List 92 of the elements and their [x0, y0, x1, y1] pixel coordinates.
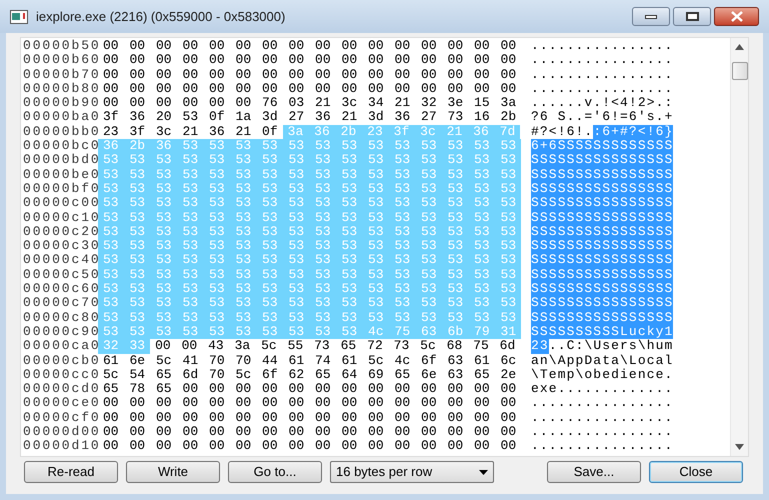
selected-ascii-text: SSSSSSSSSSSSSSSS [531, 268, 674, 282]
scrollbar-thumb[interactable] [732, 62, 748, 80]
ascii-text: ................ [531, 396, 674, 411]
selected-hex-bytes: 53 53 53 53 53 53 53 53 53 53 53 53 53 53 53 53 [98, 196, 522, 211]
offset-label: 00000d00 [23, 425, 102, 440]
selected-ascii-text: SSSSSSSSSSSSSSSS [531, 182, 674, 196]
selected-ascii-text: SSSSSSSSSSSSSSSS [531, 310, 674, 325]
selected-ascii-text: SSSSSSSSSSLucky1 [531, 324, 674, 340]
hex-bytes: 00 00 00 00 00 00 00 00 00 00 00 00 00 00 00 00 [102, 410, 518, 426]
selected-hex-bytes: 53 53 53 53 53 53 53 53 53 53 53 53 53 53 53 53 [98, 182, 522, 196]
selected-hex-bytes: 53 53 53 53 53 53 53 53 53 53 53 53 53 53 53 53 [98, 296, 522, 311]
hex-bytes: 23 3f 3c 21 36 21 0f [102, 124, 279, 140]
selected-ascii-text: SSSSSSSSSSSSSSSS [531, 253, 674, 268]
offset-label: 00000ce0 [23, 396, 102, 411]
window-title: iexplore.exe (2216) (0x559000 - 0x583000) [36, 8, 286, 26]
offset-label: 00000b50 [23, 39, 102, 54]
selected-ascii-text: SSSSSSSSSSSSSSSS [531, 153, 674, 168]
selected-hex-bytes: 53 53 53 53 53 53 53 53 53 53 53 53 53 53 53 53 [98, 253, 522, 268]
ascii-text: ................ [531, 82, 674, 96]
dropdown[interactable]: 16 bytes per row [330, 461, 494, 483]
selected-ascii-text: 6+6SSSSSSSSSSSSS [531, 139, 674, 154]
hex-bytes: 65 78 65 00 00 00 00 00 00 00 00 00 00 00 00 00 [102, 382, 518, 396]
hex-bytes: 00 00 00 00 00 00 00 00 00 00 00 00 00 00 00 00 [102, 396, 518, 411]
offset-label: 00000ba0 [23, 110, 102, 125]
selected-hex-bytes: 53 53 53 53 53 53 53 53 53 53 53 53 53 53 53 53 [98, 282, 522, 296]
hex-bytes: 61 6e 5c 41 70 70 44 61 74 61 5c 4c 6f 63 61 6c [102, 354, 518, 368]
offset-label: 00000b70 [23, 68, 102, 82]
hex-bytes: 3f 36 20 53 0f 1a 3d 27 36 21 3d 36 27 73 16 2b [102, 110, 518, 125]
selected-hex-bytes: 53 53 53 53 53 53 53 53 53 53 53 53 53 53 53 53 [98, 224, 522, 240]
selected-ascii-text: :6+#?<!6} [593, 124, 674, 140]
hex-bytes: 00 00 00 00 00 00 00 00 00 00 00 00 00 00 00 00 [102, 53, 518, 68]
selected-ascii-text: SSSSSSSSSSSSSSSS [531, 168, 674, 182]
hex-bytes: 00 00 00 00 00 00 76 03 21 3c 34 21 32 3e 15 3a [102, 96, 518, 110]
maximize-button[interactable] [673, 7, 711, 26]
scroll-up-icon[interactable] [735, 44, 744, 50]
selected-hex-bytes: 53 53 53 53 53 53 53 53 53 53 53 53 53 53 53 53 [98, 310, 522, 325]
ascii-text: ......v.!<4!2>.: [531, 96, 674, 110]
selected-hex-bytes: 53 53 53 53 53 53 53 53 53 53 53 53 53 53 53 53 [98, 268, 522, 282]
close-icon[interactable] [714, 7, 759, 26]
selected-ascii-text: SSSSSSSSSSSSSSSS [531, 224, 674, 240]
default-button[interactable]: Close [649, 461, 743, 483]
ascii-text: #?<!6!. [531, 124, 594, 140]
ascii-text: \Temp\obedience. [531, 368, 674, 382]
hex-bytes: 00 00 43 3a 5c 55 73 65 72 73 5c 68 75 6d [154, 339, 516, 354]
hex-bytes: 00 00 00 00 00 00 00 00 00 00 00 00 00 00 00 00 [102, 68, 518, 82]
dialog-button[interactable]: Save... [547, 461, 641, 483]
selected-ascii-text: 23 [531, 339, 549, 354]
hex-bytes: 00 00 00 00 00 00 00 00 00 00 00 00 00 00 00 00 [102, 39, 518, 54]
ascii-text: ?6 S..='6!=6's.+ [531, 110, 674, 125]
offset-label: 00000b60 [23, 53, 102, 68]
offset-label: 00000b80 [23, 82, 102, 96]
hex-bytes: 5c 54 65 6d 70 5c 6f 62 65 64 69 65 6e 63 65 2e [102, 368, 518, 382]
selected-ascii-text: SSSSSSSSSSSSSSSS [531, 196, 674, 211]
hex-bytes: 00 00 00 00 00 00 00 00 00 00 00 00 00 00 00 00 [102, 425, 518, 440]
dialog-button[interactable]: Go to... [228, 461, 322, 483]
hex-bytes: 00 00 00 00 00 00 00 00 00 00 00 00 00 00 00 00 [102, 82, 518, 96]
ascii-text: an\AppData\Local [531, 354, 674, 368]
selected-hex-bytes: 53 53 53 53 53 53 53 53 53 53 53 53 53 53 53 53 [98, 210, 522, 225]
ascii-text: ................ [531, 425, 674, 440]
selected-hex-bytes: 53 53 53 53 53 53 53 53 53 53 53 53 53 53 53 53 [98, 153, 522, 168]
ascii-text: exe............. [531, 382, 674, 396]
offset-label: 00000bb0 [23, 124, 102, 140]
ascii-text: ................ [531, 39, 674, 54]
ascii-text: ..C:\Users\hum [548, 339, 674, 354]
window-icon [10, 10, 28, 24]
hex-bytes: 00 00 00 00 00 00 00 00 00 00 00 00 00 00 00 00 [102, 439, 518, 454]
selected-hex-bytes: 53 53 53 53 53 53 53 53 53 53 53 53 53 53 53 53 [98, 239, 522, 254]
offset-label: 00000b90 [23, 96, 102, 110]
selected-hex-bytes: 36 2b 36 53 53 53 53 53 53 53 53 53 53 53 53 53 [98, 139, 522, 154]
minimize-button[interactable] [632, 7, 670, 26]
scroll-down-icon[interactable] [735, 444, 744, 450]
selected-hex-bytes: 53 53 53 53 53 53 53 53 53 53 4c 75 63 6b 79 31 [98, 324, 522, 340]
ascii-text: ................ [531, 439, 674, 454]
ascii-text: ................ [531, 68, 674, 82]
selected-hex-bytes: 53 53 53 53 53 53 53 53 53 53 53 53 53 53 53 53 [98, 168, 522, 182]
dialog-button[interactable]: Write [126, 461, 220, 483]
selected-ascii-text: SSSSSSSSSSSSSSSS [531, 239, 674, 254]
selected-ascii-text: SSSSSSSSSSSSSSSS [531, 296, 674, 311]
vertical-scrollbar[interactable] [730, 38, 748, 456]
offset-label: 00000d10 [23, 439, 102, 454]
selected-ascii-text: SSSSSSSSSSSSSSSS [531, 210, 674, 225]
selected-hex-bytes: 3a 36 2b 23 3f 3c 21 36 7d [282, 124, 520, 140]
offset-label: 00000cf0 [23, 410, 102, 426]
ascii-text: ................ [531, 410, 674, 426]
caret-icon [479, 470, 488, 474]
dialog-button[interactable]: Re-read [24, 461, 118, 483]
ascii-text: ................ [531, 53, 674, 68]
offset-label: 00000cc0 [23, 368, 102, 382]
selected-ascii-text: SSSSSSSSSSSSSSSS [531, 282, 674, 296]
offset-label: 00000cb0 [23, 354, 102, 368]
selected-hex-bytes: 32 33 [98, 339, 150, 354]
offset-label: 00000cd0 [23, 382, 102, 396]
